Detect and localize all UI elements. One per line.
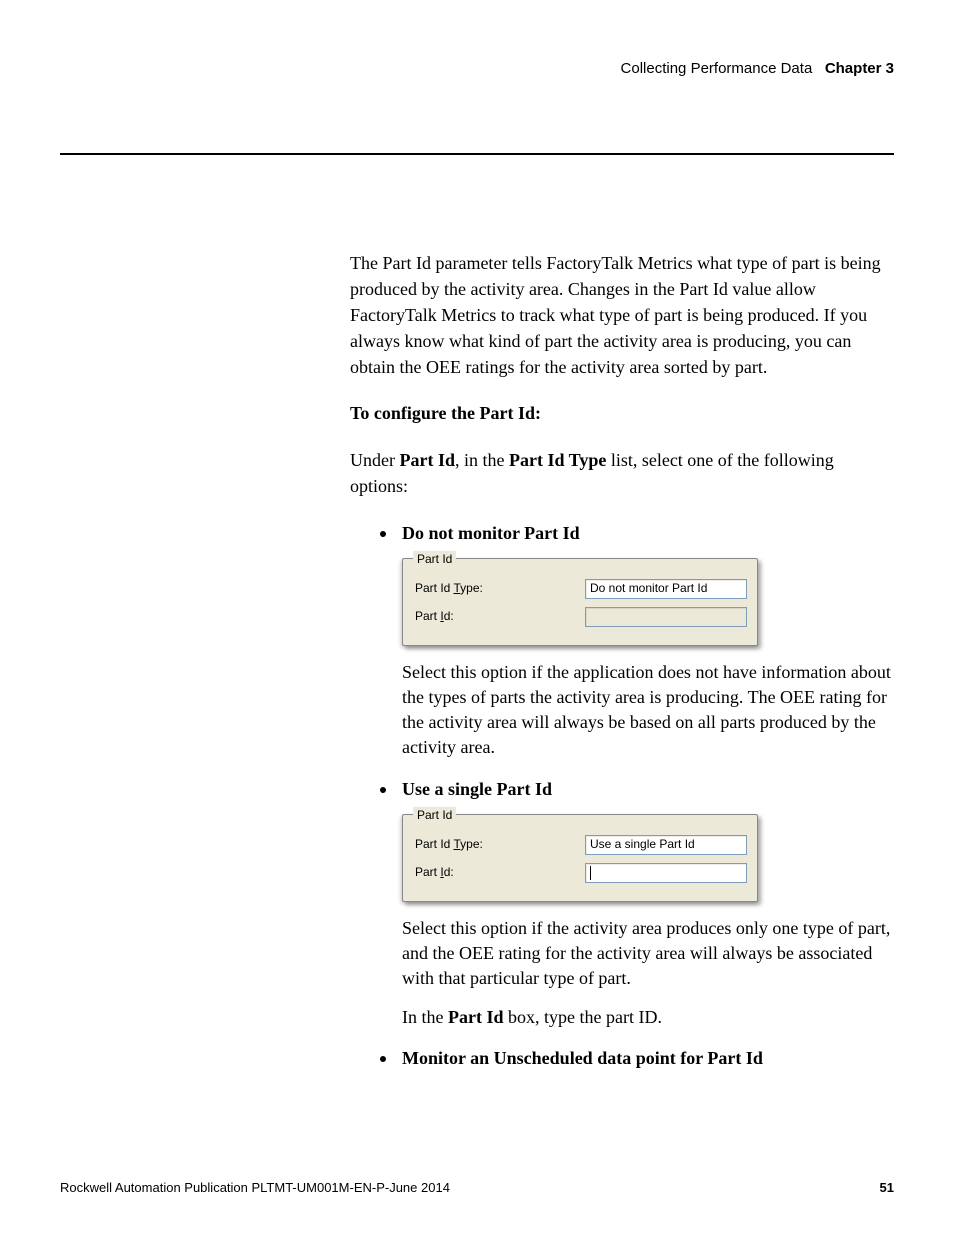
row-part-id: Part Id: (415, 607, 747, 627)
row-part-id-2: Part Id: (415, 863, 747, 883)
option3-title: Monitor an Unscheduled data point for Pa… (402, 1045, 894, 1071)
screenshot-do-not-monitor: Part Id Part Id Type: Do not monitor Par… (402, 558, 758, 646)
option2-extra: In the Part Id box, type the part ID. (402, 1005, 894, 1030)
footer-publication: Rockwell Automation Publication PLTMT-UM… (60, 1180, 450, 1195)
configure-heading: To configure the Part Id: (350, 400, 894, 426)
groupbox-legend-2: Part Id (413, 807, 456, 824)
option2-desc: Select this option if the activity area … (402, 916, 894, 992)
part-id-groupbox: Part Id Part Id Type: Do not monitor Par… (402, 558, 758, 646)
option-monitor-unscheduled: Monitor an Unscheduled data point for Pa… (398, 1044, 894, 1071)
label-part-id-2: Part Id: (415, 864, 585, 881)
label-part-id-type: Part Id Type: (415, 580, 585, 597)
header-section: Collecting Performance Data (621, 60, 813, 77)
option-use-single: Use a single Part Id Part Id Part Id Typ… (398, 775, 894, 1031)
part-id-type-value-2: Use a single Part Id (590, 836, 695, 853)
groupbox-legend: Part Id (413, 551, 456, 568)
running-header: Collecting Performance Data Chapter 3 (60, 60, 894, 83)
intro-paragraph: The Part Id parameter tells FactoryTalk … (350, 250, 894, 380)
part-id-type-value: Do not monitor Part Id (590, 580, 707, 597)
screenshot-use-single: Part Id Part Id Type: Use a single Part … (402, 814, 758, 902)
text-cursor-icon (590, 866, 591, 880)
footer-page-number: 51 (880, 1180, 894, 1195)
option2-title: Use a single Part Id (402, 776, 894, 802)
document-page: Collecting Performance Data Chapter 3 Th… (0, 0, 954, 1235)
body-content: The Part Id parameter tells FactoryTalk … (350, 250, 894, 1072)
option-do-not-monitor: Do not monitor Part Id Part Id Part Id T… (398, 519, 894, 761)
option1-title: Do not monitor Part Id (402, 520, 894, 546)
options-list: Do not monitor Part Id Part Id Part Id T… (350, 519, 894, 1072)
header-chapter: Chapter 3 (825, 60, 894, 77)
row-part-id-type-2: Part Id Type: Use a single Part Id (415, 835, 747, 855)
part-id-input-disabled (585, 607, 747, 627)
page-footer: Rockwell Automation Publication PLTMT-UM… (60, 1180, 894, 1195)
part-id-input[interactable] (585, 863, 747, 883)
label-part-id: Part Id: (415, 608, 585, 625)
row-part-id-type: Part Id Type: Do not monitor Part Id (415, 579, 747, 599)
label-part-id-type-2: Part Id Type: (415, 836, 585, 853)
part-id-groupbox-2: Part Id Part Id Type: Use a single Part … (402, 814, 758, 902)
configure-sentence: Under Part Id, in the Part Id Type list,… (350, 447, 894, 499)
part-id-type-dropdown[interactable]: Do not monitor Part Id (585, 579, 747, 599)
header-rule (60, 153, 894, 155)
option1-desc: Select this option if the application do… (402, 660, 894, 761)
part-id-type-dropdown-2[interactable]: Use a single Part Id (585, 835, 747, 855)
